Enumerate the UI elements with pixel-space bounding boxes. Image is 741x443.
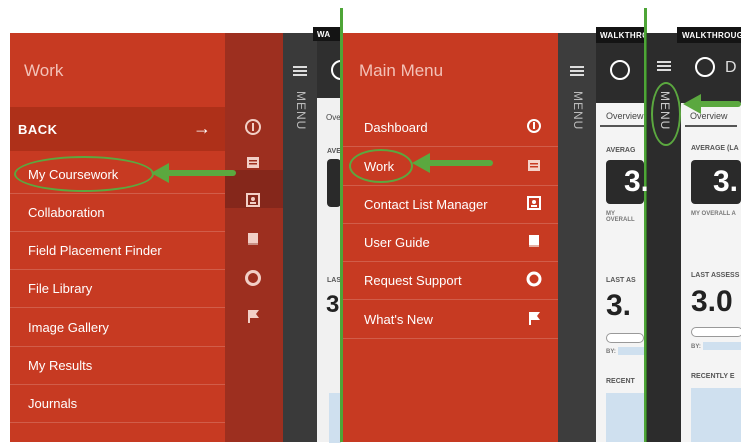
menu-item-journals[interactable]: Journals — [10, 384, 225, 423]
contact-card-icon — [526, 195, 542, 211]
tab-underline — [600, 125, 644, 127]
blurred-content — [618, 347, 644, 355]
highlight-ellipse — [349, 149, 413, 183]
lifebuoy-icon[interactable] — [244, 269, 262, 287]
overview-tab[interactable]: Overview — [606, 111, 644, 121]
main-menu: Main Menu Dashboard Work Contact List Ma… — [343, 33, 558, 442]
menu-item-collaboration[interactable]: Collaboration — [10, 193, 225, 232]
my-overall-label: MY OVERALL A — [691, 211, 736, 217]
menu-item-whats-new[interactable]: What's New — [343, 300, 558, 339]
blurred-content — [606, 393, 644, 442]
logo-icon — [610, 60, 630, 80]
arrow-right-icon: → — [193, 118, 211, 138]
briefcase-icon[interactable] — [244, 153, 262, 171]
last-assess-label: LAST AS — [606, 277, 636, 284]
dashboard-peek: Overv AVER LAS 3. — [317, 33, 351, 443]
highlight-ellipse — [651, 82, 681, 146]
annotation-arrow — [698, 101, 741, 107]
annotation-arrow — [166, 170, 236, 176]
last-assess-value: 3.0 — [691, 285, 733, 318]
walkthrough-tab[interactable]: WALKTHROUGH — [677, 27, 741, 43]
main-menu-title: Main Menu — [359, 61, 444, 80]
work-submenu: Work BACK → My Coursework Collaboration … — [10, 33, 225, 442]
average-label: AVERAGE (LA — [691, 145, 739, 152]
last-peek: LAS — [327, 277, 341, 284]
briefcase-icon — [526, 157, 542, 173]
flag-icon[interactable] — [244, 307, 262, 325]
recently-label: RECENT — [606, 378, 635, 385]
hamburger-icon[interactable] — [657, 61, 671, 63]
highlight-ellipse — [14, 156, 154, 192]
submenu-title: Work — [24, 61, 64, 80]
blurred-content — [703, 342, 741, 350]
progress-bar — [691, 327, 741, 337]
average-box-peek — [327, 159, 341, 207]
my-overall-label: MY OVERALL — [606, 211, 635, 223]
lifebuoy-icon — [526, 271, 542, 287]
logo-icon[interactable] — [244, 118, 262, 136]
menu-toggle-rail[interactable]: MENU — [558, 33, 596, 442]
by-label: BY: — [691, 344, 701, 350]
average-value-box: 3. — [691, 160, 741, 204]
menu-item-user-guide[interactable]: User Guide — [343, 223, 558, 262]
progress-bar — [606, 333, 644, 343]
back-label: BACK — [18, 122, 58, 137]
average-label: AVERAG — [606, 147, 636, 154]
tab-underline — [685, 125, 737, 127]
recently-label: RECENTLY E — [691, 373, 735, 380]
icon-rail — [225, 33, 283, 442]
hamburger-icon[interactable] — [293, 66, 307, 68]
book-icon — [526, 233, 542, 249]
menu-vertical-label: MENU — [571, 91, 585, 131]
menu-item-file-library[interactable]: File Library — [10, 269, 225, 308]
dashboard-peek: Overview AVERAG 3. MY OVERALL LAST AS 3.… — [596, 33, 649, 442]
flag-icon — [526, 310, 542, 326]
blurred-content — [691, 388, 741, 442]
menu-item-image-gallery[interactable]: Image Gallery — [10, 308, 225, 347]
dashboard-header-text: D — [725, 59, 737, 76]
walkthrough-tab[interactable]: WALKTHRO — [596, 27, 644, 43]
back-button[interactable]: BACK → — [10, 107, 225, 151]
menu-toggle-rail[interactable]: MENU — [283, 33, 317, 442]
menu-item-my-results[interactable]: My Results — [10, 346, 225, 385]
contact-card-icon[interactable] — [244, 191, 262, 209]
walkthrough-tab-peek[interactable]: WA — [313, 27, 341, 41]
menu-item-field-placement-finder[interactable]: Field Placement Finder — [10, 231, 225, 270]
average-value-box: 3. — [606, 160, 649, 204]
annotation-arrow — [427, 160, 493, 166]
menu-item-contact-list-manager[interactable]: Contact List Manager — [343, 185, 558, 224]
menu-vertical-label: MENU — [294, 91, 308, 131]
by-label: BY: — [606, 349, 616, 355]
book-icon[interactable] — [244, 230, 262, 248]
menu-item-dashboard[interactable]: Dashboard — [343, 108, 558, 147]
logo-icon — [695, 57, 715, 77]
last-assess-label: LAST ASSESS — [691, 272, 740, 279]
menu-item-request-support[interactable]: Request Support — [343, 261, 558, 300]
logo-icon — [526, 118, 542, 134]
hamburger-icon[interactable] — [570, 66, 584, 68]
last-assess-value: 3. — [606, 289, 632, 322]
